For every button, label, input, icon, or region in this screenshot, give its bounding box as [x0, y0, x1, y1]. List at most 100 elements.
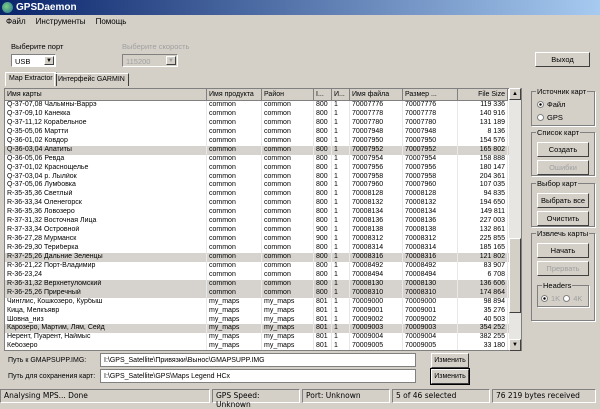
menu-bar: Файл Инструменты Помощь	[0, 15, 132, 28]
table-cell: common	[207, 172, 262, 182]
table-row[interactable]: Шовна_низ my_maps my_maps 801 1 70009002 70009…	[5, 315, 521, 325]
speed-select[interactable]: 115200 ▼	[122, 54, 178, 67]
source-group: Источник карт Файл GPS	[531, 87, 595, 126]
table-cell: R-37-31,32 Восточная Лица	[5, 217, 207, 227]
headers-1k-radio[interactable]: 1K	[541, 294, 560, 303]
table-row[interactable]: R-37-33,34 Островной common common 900 1 7000…	[5, 226, 521, 236]
table-cell: 800	[314, 244, 332, 253]
chevron-down-icon[interactable]: ▼	[166, 56, 176, 65]
table-row[interactable]: Q-37-01,02 Краснощелье common common 800 1 70…	[5, 163, 521, 173]
scroll-down-icon[interactable]: ▼	[509, 339, 521, 351]
table-row[interactable]: R-36-33,34 Оленегорск common common 800 1 700…	[5, 199, 521, 209]
col-product-name[interactable]: Имя продукта	[207, 89, 262, 101]
table-row[interactable]: Кица, Мелкъявр my_maps my_maps 801 1 70009001…	[5, 306, 521, 316]
col-file-name[interactable]: Имя файла	[350, 89, 403, 101]
table-cell: R-35-35,36 Светлый	[5, 190, 207, 200]
table-cell: my_maps	[262, 306, 314, 316]
maps-list[interactable]: Имя карты Имя продукта Район I... И... И…	[4, 88, 522, 351]
tab-garmin-interface[interactable]: Интерфейс GARMIN	[54, 73, 129, 86]
table-row[interactable]: Q-36-03,04 Апатиты common common 800 1 700079…	[5, 145, 521, 155]
start-button[interactable]: Начать	[537, 243, 589, 258]
col-size[interactable]: Размер ...	[403, 89, 458, 101]
chevron-down-icon[interactable]: ▼	[44, 56, 54, 65]
table-cell: R-36-27,28 Мурманск	[5, 235, 207, 244]
table-cell: my_maps	[262, 324, 314, 334]
table-cell: R-36-21,22 Порт-Владимир	[5, 261, 207, 271]
table-row[interactable]: Q-37-03,04 р. Лылйок common common 800 1 7000…	[5, 172, 521, 182]
table-row[interactable]: Q-37-07,08 Чальмны-Варрэ common common 800 1…	[5, 101, 521, 110]
col-i[interactable]: I...	[314, 89, 332, 101]
col-i2[interactable]: И...	[332, 89, 350, 101]
table-row[interactable]: R-36-29,30 Териберка common common 800 1 7000…	[5, 244, 521, 253]
table-cell: Кица, Мелкъявр	[5, 306, 207, 316]
table-cell: common	[262, 101, 314, 110]
table-cell: 70008314	[403, 244, 458, 253]
table-cell: 83 907	[458, 261, 508, 271]
table-cell: 800	[314, 163, 332, 173]
col-region[interactable]: Район	[262, 89, 314, 101]
table-cell: 1	[332, 315, 350, 325]
change-save-path-button[interactable]: Изменить	[430, 368, 470, 385]
table-row[interactable]: R-36-27,28 Мурманск common common 900 1 70008…	[5, 235, 521, 244]
table-row[interactable]: R-35-35,36 Светлый common common 800 1 700081…	[5, 190, 521, 200]
table-row[interactable]: R-37-31,32 Восточная Лица common common 800…	[5, 217, 521, 227]
table-cell: common	[207, 101, 262, 110]
maplist-title: Список карт	[536, 128, 581, 137]
create-button[interactable]: Создать	[537, 142, 589, 157]
table-row[interactable]: R-36-25,26 Приречный common common 800 1 7000…	[5, 288, 521, 298]
table-row[interactable]: Q-36-05,06 Ревда common common 800 1 70007954…	[5, 154, 521, 164]
list-scrollbar[interactable]: ▲ ▼	[509, 88, 521, 351]
col-map-name[interactable]: Имя карты	[5, 89, 207, 101]
table-cell: 800	[314, 279, 332, 289]
table-cell: 70009005	[350, 342, 403, 350]
errors-button[interactable]: Ошибки	[537, 160, 589, 175]
gmap-path-input[interactable]: I:\GPS_Satellite\Привязки\Вынос\GMAPSUPP…	[100, 353, 416, 367]
source-file-radio[interactable]: Файл	[537, 100, 594, 109]
clear-button[interactable]: Очистить	[537, 211, 589, 226]
table-row[interactable]: Карозеро, Мартим, Лям, Сейд my_maps my_map…	[5, 324, 521, 334]
table-row[interactable]: R-37-25,26 Дальние Зеленцы common common 80…	[5, 252, 521, 262]
scroll-up-icon[interactable]: ▲	[509, 88, 521, 100]
table-cell: 1	[332, 127, 350, 137]
menu-file[interactable]: Файл	[6, 17, 26, 26]
source-gps-radio[interactable]: GPS	[537, 113, 594, 122]
port-value: USB	[15, 57, 31, 66]
table-row[interactable]: Q-36-01,02 Ковдор common common 800 1 7000795…	[5, 136, 521, 146]
menu-tools[interactable]: Инструменты	[36, 17, 86, 26]
table-cell: 70007954	[403, 154, 458, 164]
table-row[interactable]: Q-37-11,12 Корабельное common common 800 1 70…	[5, 118, 521, 128]
tab-map-extractor[interactable]: Map Extractor	[5, 72, 57, 86]
table-row[interactable]: R-36-23,24 common common 800 1 70008494 700084…	[5, 270, 521, 280]
change-gmap-path-button[interactable]: Изменить	[431, 353, 469, 368]
table-row[interactable]: Q-37-09,10 Канекка common common 800 1 700077…	[5, 109, 521, 119]
table-row[interactable]: Чинглис, Кошкозеро, Курбыш my_maps my_maps…	[5, 297, 521, 307]
table-cell: 70007776	[350, 101, 403, 110]
table-cell: 70007948	[350, 127, 403, 137]
maplist-group: Список карт Создать Ошибки	[531, 128, 595, 176]
table-row[interactable]: Q-35-05,06 Мартти common common 800 1 7000794…	[5, 127, 521, 137]
table-row[interactable]: Кебозеро my_maps my_maps 801 1 70009005 700090…	[5, 342, 521, 350]
table-row[interactable]: Q-37-05,06 Лумбовка common common 800 1 70007…	[5, 181, 521, 191]
table-cell: common	[262, 270, 314, 280]
headers-4k-radio[interactable]: 4K	[563, 294, 582, 303]
table-row[interactable]: R-36-21,22 Порт-Владимир common common 800 1…	[5, 261, 521, 271]
table-cell: 165 802	[458, 145, 508, 155]
table-row[interactable]: R-36-35,36 Ловозеро common common 800 1 70008…	[5, 208, 521, 218]
stop-button[interactable]: Прервать	[537, 261, 589, 276]
table-cell: Шовна_низ	[5, 315, 207, 325]
scroll-thumb[interactable]	[509, 238, 521, 313]
save-path-input[interactable]: I:\GPS_Satellite\GPS\Maps Legend HCx	[100, 369, 416, 383]
table-cell: my_maps	[262, 342, 314, 350]
port-select[interactable]: USB ▼	[11, 54, 56, 67]
table-cell: 70008128	[403, 190, 458, 200]
table-cell: 800	[314, 261, 332, 271]
table-row[interactable]: R-36-31,32 Верхнетуломский common common 80…	[5, 279, 521, 289]
table-cell: 70007954	[350, 154, 403, 164]
col-file-size[interactable]: File Size	[458, 89, 508, 101]
menu-help[interactable]: Помощь	[96, 17, 127, 26]
exit-button[interactable]: Выход	[535, 52, 590, 67]
table-cell: 1	[332, 279, 350, 289]
select-all-button[interactable]: Выбрать все	[537, 193, 589, 208]
table-row[interactable]: Нерент, Пуарент, Наймыс my_maps my_maps 801…	[5, 333, 521, 343]
table-cell: common	[262, 244, 314, 253]
